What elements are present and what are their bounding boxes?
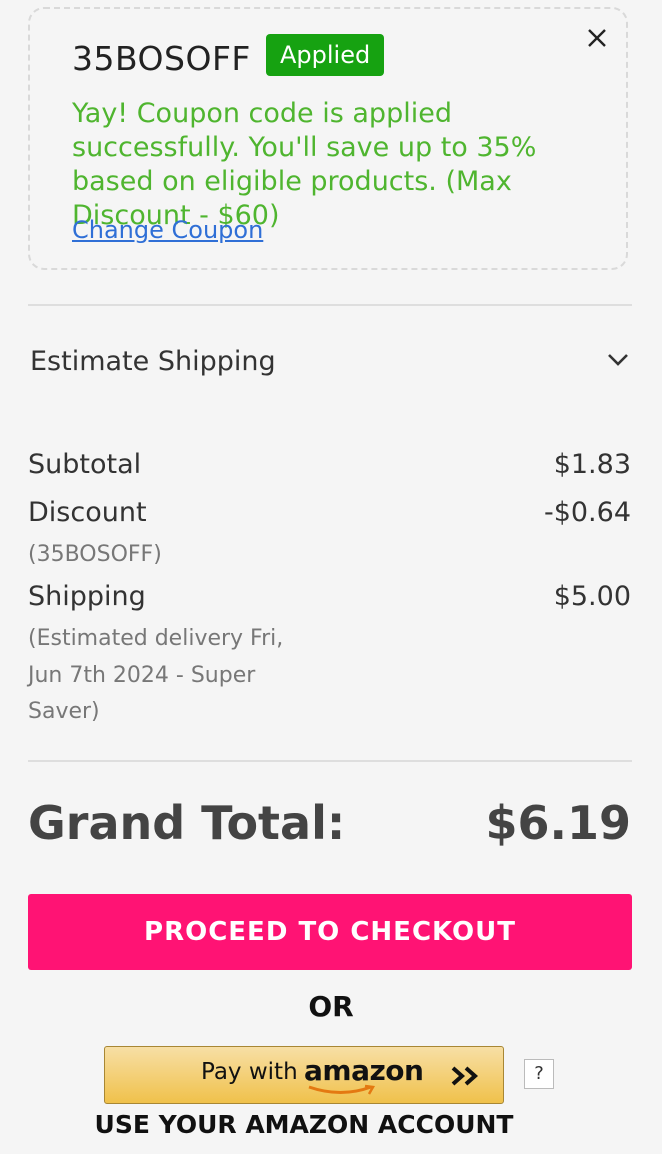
subtotal-value: $1.83: [553, 449, 631, 480]
estimate-shipping-toggle[interactable]: Estimate Shipping: [30, 346, 276, 377]
proceed-to-checkout-button[interactable]: PROCEED TO CHECKOUT: [28, 894, 632, 970]
discount-label: Discount: [28, 497, 147, 528]
applied-status-badge: Applied: [266, 34, 385, 76]
discount-code-note: (35BOSOFF): [28, 542, 162, 567]
amazon-smile-icon: [308, 1084, 376, 1095]
shipping-note-line2: Jun 7th 2024 - Super: [28, 663, 256, 688]
pay-with-amazon-button[interactable]: Pay with amazon: [104, 1046, 504, 1104]
help-icon[interactable]: ?: [524, 1059, 554, 1089]
shipping-note-line3: Saver): [28, 699, 100, 724]
close-icon[interactable]: [584, 25, 610, 51]
subtotal-label: Subtotal: [28, 449, 142, 480]
or-separator: OR: [308, 990, 354, 1023]
divider: [28, 760, 632, 762]
grand-total-value: $6.19: [485, 796, 631, 850]
divider: [28, 304, 632, 306]
discount-value: -$0.64: [543, 497, 631, 528]
coupon-code: 35BOSOFF: [72, 39, 251, 78]
coupon-panel: 35BOSOFF Applied Yay! Coupon code is app…: [28, 7, 628, 270]
pay-with-label: Pay with: [201, 1059, 298, 1085]
shipping-label: Shipping: [28, 581, 146, 612]
double-chevron-right-icon: [451, 1066, 479, 1086]
change-coupon-link[interactable]: Change Coupon: [72, 216, 263, 244]
grand-total-label: Grand Total:: [28, 796, 346, 850]
chevron-down-icon[interactable]: [606, 352, 630, 368]
amazon-logo: amazon: [304, 1054, 424, 1087]
amazon-account-caption: USE YOUR AMAZON ACCOUNT: [94, 1110, 514, 1139]
shipping-value: $5.00: [553, 581, 631, 612]
shipping-note-line1: (Estimated delivery Fri,: [28, 626, 284, 651]
coupon-success-message: Yay! Coupon code is applied successfully…: [72, 98, 537, 231]
